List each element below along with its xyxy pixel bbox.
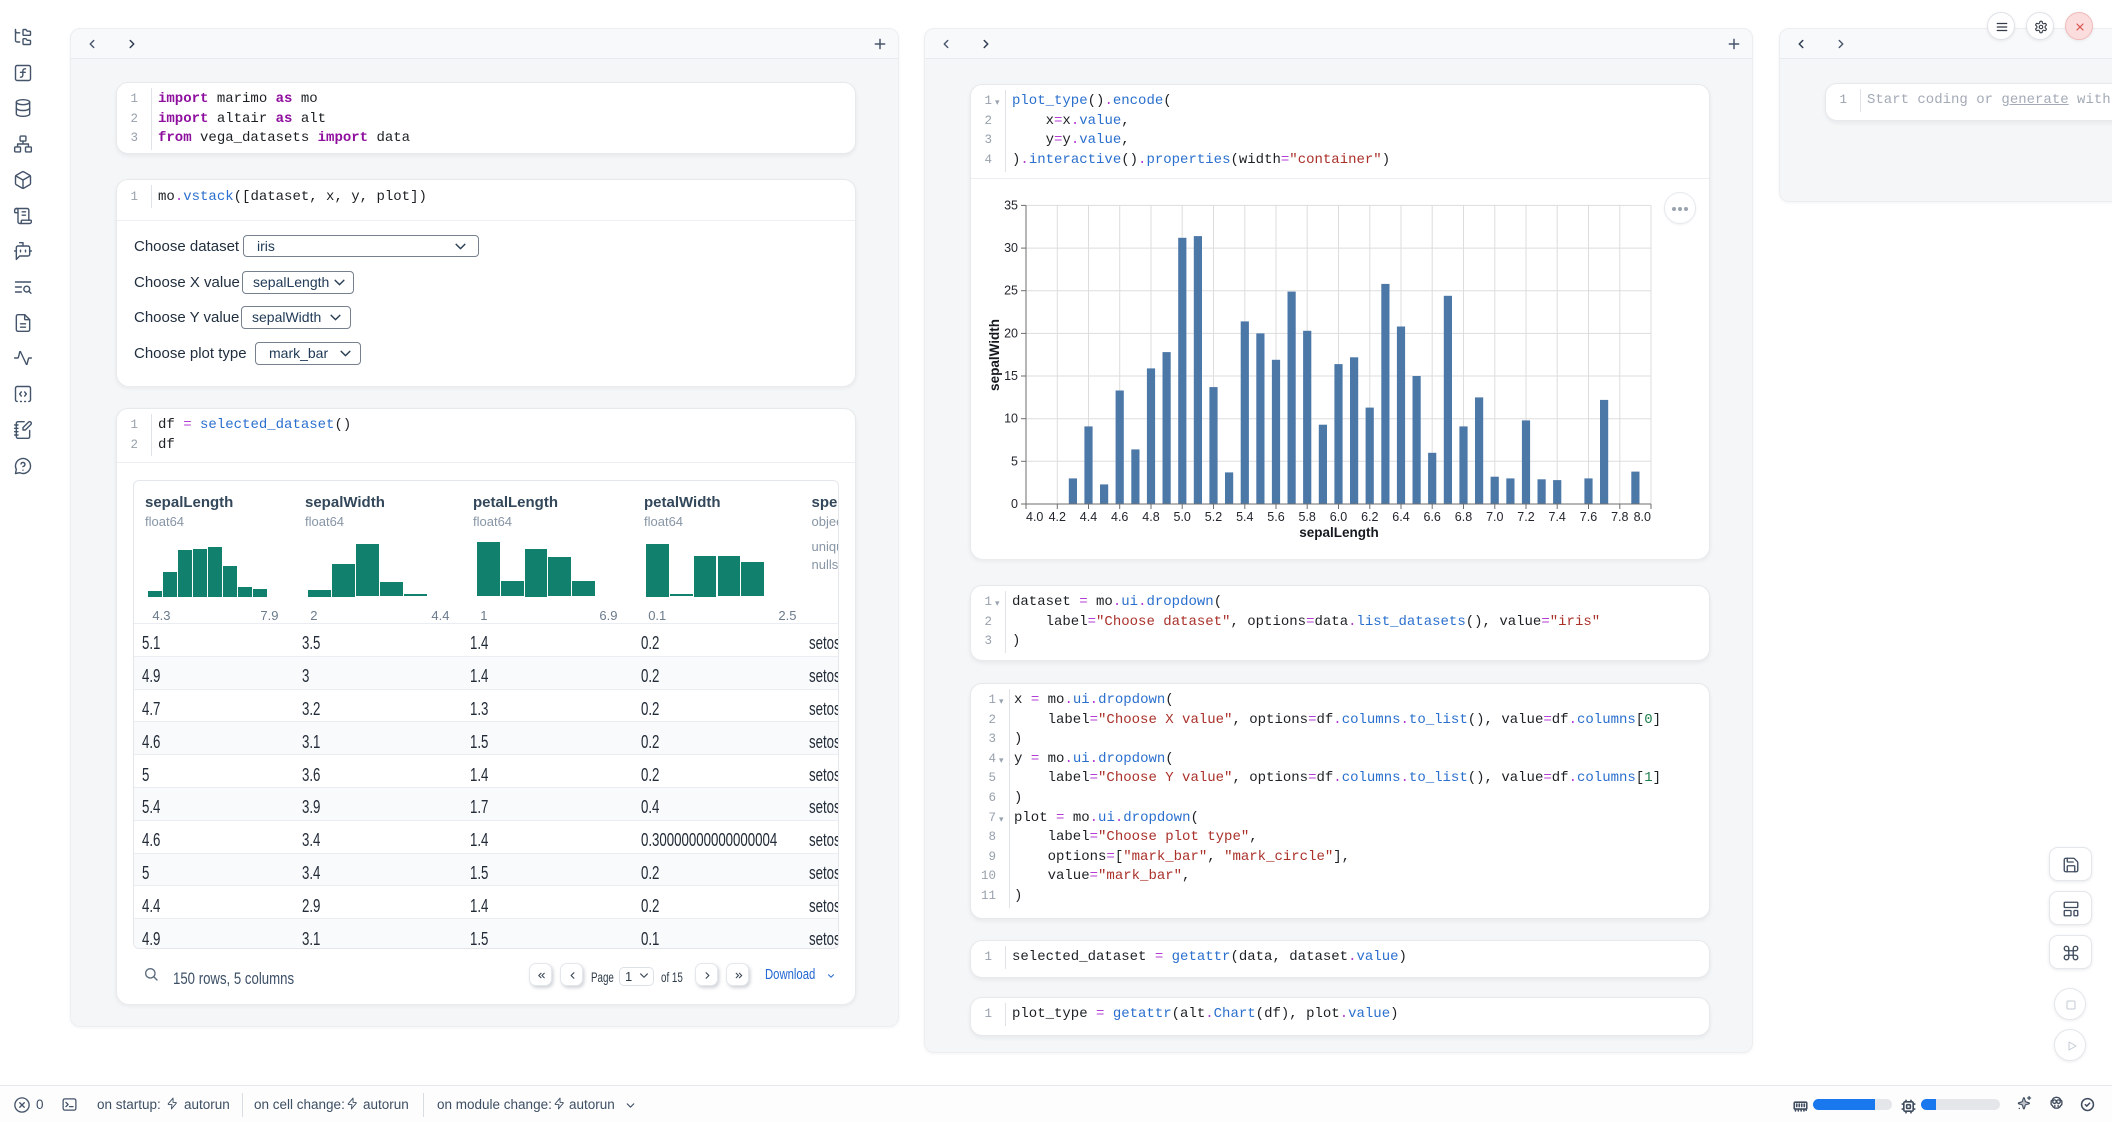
svg-text:4.8: 4.8 xyxy=(1142,510,1159,524)
svg-text:6.4: 6.4 xyxy=(1392,510,1409,524)
svg-text:7.2: 7.2 xyxy=(1517,510,1534,524)
svg-text:5.6: 5.6 xyxy=(1267,510,1284,524)
svg-text:6.8: 6.8 xyxy=(1455,510,1472,524)
svg-text:7.6: 7.6 xyxy=(1580,510,1597,524)
svg-text:7.8: 7.8 xyxy=(1611,510,1628,524)
svg-text:6.2: 6.2 xyxy=(1361,510,1378,524)
svg-text:6.0: 6.0 xyxy=(1330,510,1347,524)
svg-text:5: 5 xyxy=(1011,454,1018,468)
svg-text:7.0: 7.0 xyxy=(1486,510,1503,524)
svg-text:5.8: 5.8 xyxy=(1299,510,1316,524)
svg-text:5.0: 5.0 xyxy=(1174,510,1191,524)
svg-text:4.0: 4.0 xyxy=(1026,510,1043,524)
svg-text:5.4: 5.4 xyxy=(1236,510,1253,524)
svg-text:7.4: 7.4 xyxy=(1549,510,1566,524)
svg-text:10: 10 xyxy=(1004,412,1018,426)
svg-text:sepalLength: sepalLength xyxy=(1299,525,1379,540)
svg-text:sepalWidth: sepalWidth xyxy=(987,319,1002,391)
svg-text:20: 20 xyxy=(1004,326,1018,340)
svg-text:4.4: 4.4 xyxy=(1080,510,1097,524)
svg-text:5.2: 5.2 xyxy=(1205,510,1222,524)
svg-text:6.6: 6.6 xyxy=(1424,510,1441,524)
svg-text:4.6: 4.6 xyxy=(1111,510,1128,524)
svg-text:35: 35 xyxy=(1004,198,1018,212)
svg-text:0: 0 xyxy=(1011,497,1018,511)
svg-text:25: 25 xyxy=(1004,284,1018,298)
svg-text:15: 15 xyxy=(1004,369,1018,383)
svg-text:4.2: 4.2 xyxy=(1049,510,1066,524)
svg-text:30: 30 xyxy=(1004,241,1018,255)
svg-text:8.0: 8.0 xyxy=(1634,510,1651,524)
